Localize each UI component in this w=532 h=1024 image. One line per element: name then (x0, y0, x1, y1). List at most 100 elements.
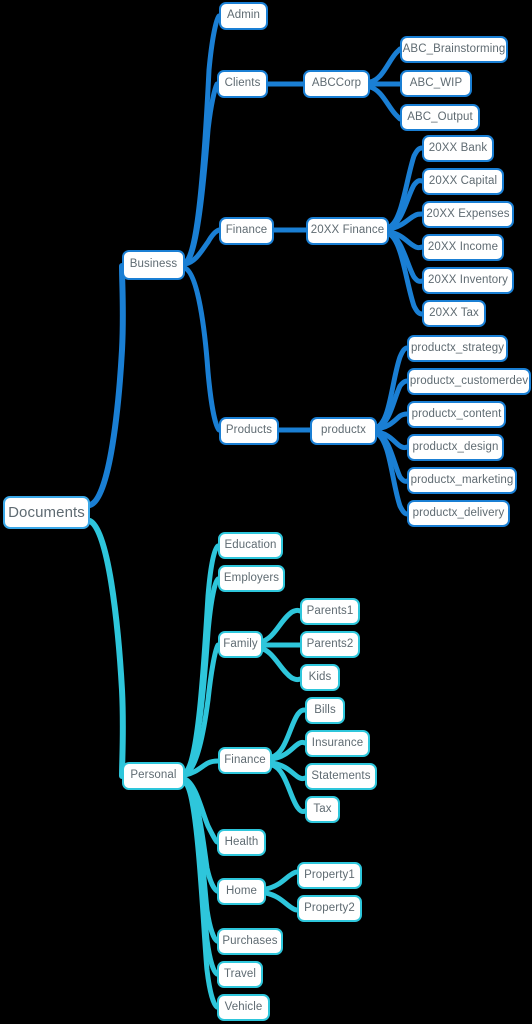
node-admin[interactable]: Admin (219, 2, 268, 30)
edge-documents-business (87, 263, 126, 508)
edge-20xxfinance-inventory (386, 230, 425, 284)
node-abc-wip-label: ABC_WIP (409, 76, 463, 89)
node-parents1-label: Parents1 (306, 604, 354, 617)
node-productx-strategy-label: productx_strategy (410, 341, 505, 354)
node-insurance[interactable]: Insurance (305, 730, 370, 757)
node-abccorp-label: ABCCorp (311, 77, 362, 90)
node-home[interactable]: Home (217, 878, 266, 905)
node-insurance-label: Insurance (311, 736, 364, 749)
node-clients[interactable]: Clients (217, 70, 268, 98)
edge-personal-education (182, 543, 221, 775)
node-products[interactable]: Products (219, 417, 279, 445)
edge-personal-home (182, 777, 220, 894)
node-abccorp[interactable]: ABCCorp (303, 70, 370, 98)
node-finance-business[interactable]: Finance (219, 217, 274, 245)
edge-pfinance-tax (269, 762, 308, 815)
mindmap-canvas: Documents Business Personal Admin Client… (0, 0, 532, 1024)
edge-20xxfinance-expenses (386, 211, 425, 232)
node-education-label: Education (224, 538, 277, 551)
edge-pfinance-insurance (269, 739, 308, 762)
edge-20xxfinance-capital (386, 178, 425, 231)
node-20xx-finance[interactable]: 20XX Finance (306, 217, 389, 245)
node-20xx-bank[interactable]: 20XX Bank (422, 135, 494, 162)
node-products-label: Products (225, 424, 273, 437)
edge-personal-employers (182, 576, 221, 776)
edge-pfinance-bills (269, 707, 308, 760)
node-20xx-income-label: 20XX Income (427, 240, 499, 253)
edge-business-admin (182, 13, 222, 265)
node-20xx-inventory[interactable]: 20XX Inventory (422, 267, 514, 294)
edge-business-products (182, 265, 222, 433)
node-productx-customerdev-label: productx_customerdev (409, 374, 529, 387)
edge-home-property2 (263, 890, 300, 913)
node-20xx-tax-label: 20XX Tax (429, 306, 479, 319)
node-health-label: Health (224, 835, 259, 848)
node-20xx-expenses[interactable]: 20XX Expenses (422, 201, 514, 228)
node-productx-delivery[interactable]: productx_delivery (407, 500, 510, 527)
node-abc-brainstorming[interactable]: ABC_Brainstorming (400, 36, 508, 63)
node-productx-design[interactable]: productx_design (407, 434, 504, 461)
node-finance-personal[interactable]: Finance (218, 747, 272, 774)
node-tax-personal[interactable]: Tax (305, 796, 340, 823)
edge-productx-delivery (374, 431, 410, 517)
node-business-label: Business (129, 258, 178, 271)
node-20xx-inventory-label: 20XX Inventory (427, 273, 509, 286)
node-kids[interactable]: Kids (300, 664, 340, 691)
edge-personal-vehicle (182, 780, 220, 1010)
node-parents2[interactable]: Parents2 (300, 631, 360, 658)
node-vehicle[interactable]: Vehicle (217, 994, 270, 1021)
node-clients-label: Clients (224, 77, 261, 90)
node-productx-strategy[interactable]: productx_strategy (407, 335, 508, 362)
node-employers[interactable]: Employers (218, 565, 285, 592)
edge-productx-content (374, 411, 410, 432)
node-purchases[interactable]: Purchases (217, 928, 283, 955)
node-property2[interactable]: Property2 (297, 895, 362, 922)
node-abc-wip[interactable]: ABC_WIP (400, 70, 472, 97)
node-productx-content[interactable]: productx_content (407, 401, 506, 428)
node-home-label: Home (225, 884, 258, 897)
node-20xx-income[interactable]: 20XX Income (422, 234, 504, 261)
edge-documents-personal (87, 518, 126, 779)
node-family[interactable]: Family (218, 631, 263, 658)
edge-abccorp-brainstorming (367, 46, 403, 85)
node-productx-design-label: productx_design (412, 440, 499, 453)
node-productx-label: productx (321, 424, 366, 437)
node-property2-label: Property2 (304, 901, 355, 914)
node-finance-personal-label: Finance (224, 753, 266, 766)
node-abc-output[interactable]: ABC_Output (400, 104, 480, 131)
node-finance-business-label: Finance (225, 224, 268, 237)
node-bills[interactable]: Bills (305, 697, 345, 724)
edge-productx-strategy (374, 345, 410, 430)
node-health[interactable]: Health (217, 829, 266, 856)
edge-productx-marketing (374, 430, 410, 484)
node-personal[interactable]: Personal (122, 762, 185, 790)
node-purchases-label: Purchases (222, 934, 278, 947)
node-statements[interactable]: Statements (305, 763, 377, 790)
node-20xx-expenses-label: 20XX Expenses (426, 207, 510, 220)
edge-productx-design (374, 429, 410, 451)
node-family-label: Family (223, 637, 258, 650)
node-vehicle-label: Vehicle (224, 1000, 263, 1013)
node-statements-label: Statements (311, 769, 371, 782)
edge-home-property1 (263, 869, 300, 892)
edge-20xxfinance-bank (386, 145, 425, 230)
node-productx-customerdev[interactable]: productx_customerdev (407, 368, 531, 395)
edge-productx-customerdev (374, 378, 410, 431)
node-property1[interactable]: Property1 (297, 862, 362, 889)
node-documents[interactable]: Documents (3, 496, 90, 529)
node-travel[interactable]: Travel (217, 961, 263, 988)
node-20xx-tax[interactable]: 20XX Tax (422, 300, 486, 327)
edge-family-parents1 (257, 607, 303, 645)
node-productx-marketing[interactable]: productx_marketing (407, 467, 517, 494)
node-parents1[interactable]: Parents1 (300, 598, 360, 625)
node-tax-personal-label: Tax (313, 802, 332, 815)
edge-personal-purchases (182, 778, 220, 944)
node-productx[interactable]: productx (310, 417, 377, 445)
edge-20xxfinance-tax (386, 231, 425, 317)
node-property1-label: Property1 (304, 868, 355, 881)
node-business[interactable]: Business (122, 250, 185, 280)
node-education[interactable]: Education (218, 532, 283, 559)
edge-abccorp-output (367, 84, 403, 122)
edge-business-clients (182, 81, 220, 266)
node-20xx-capital[interactable]: 20XX Capital (422, 168, 504, 195)
